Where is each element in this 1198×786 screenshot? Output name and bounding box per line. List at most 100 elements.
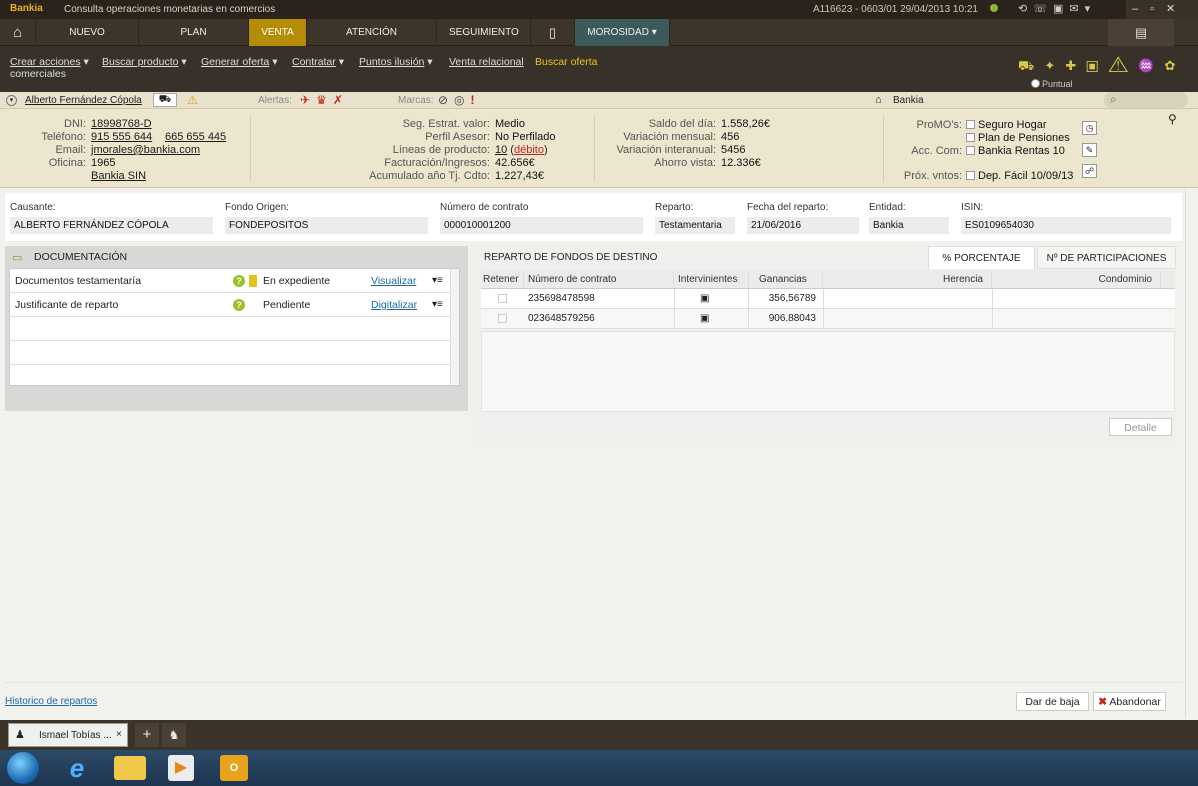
menu-buscar-oferta[interactable]: Buscar oferta (535, 56, 597, 68)
help-icon[interactable]: ? (233, 299, 245, 311)
tab-atencion-comercial[interactable]: ATENCIÓN COMERCIAL (307, 19, 437, 65)
causante-field: ALBERTO FERNÁNDEZ CÓPOLA (10, 217, 213, 234)
facturacion-value: 42.656€ (495, 157, 535, 169)
marca-icons[interactable]: ⊘◎! (438, 93, 481, 107)
vehicle-icon[interactable]: ⛟ (153, 93, 177, 107)
dni-label: DNI: (64, 118, 86, 130)
puntual-radio[interactable] (1031, 79, 1040, 88)
outlook-icon[interactable]: O (220, 755, 248, 781)
document-icon[interactable]: ▯ (531, 19, 575, 46)
clock-icon[interactable]: ◷ (1082, 121, 1097, 135)
detalle-button[interactable]: Detalle (1109, 418, 1172, 436)
prox-checkbox[interactable] (966, 171, 975, 180)
doc-title: DOCUMENTACIÓN (34, 251, 128, 263)
session-tab-bar: ♟ Ismael Tobías ... × + ♞ (0, 720, 1198, 750)
tab-plan-comercial[interactable]: PLAN COMERCIAL (139, 19, 249, 65)
quick-action-icons[interactable]: ⛟✦✚▣⚠♒✿ (1018, 58, 1185, 76)
doc-name: Documentos testamentaría (15, 275, 142, 287)
browser-icon[interactable]: e (62, 754, 92, 782)
fecha-field: 21/06/2016 (747, 217, 859, 234)
lineas-value[interactable]: 10 (débito) (495, 144, 548, 156)
acumulado-label: Acumulado año Tj. Cdto: (369, 170, 490, 182)
calculator-icon[interactable]: ▤ (1108, 19, 1174, 46)
warning-icon[interactable]: ⚠ (187, 93, 198, 107)
user-switch-icon[interactable]: ♞ (162, 723, 186, 747)
page-scrollbar[interactable] (1185, 188, 1195, 718)
tab-seguimiento[interactable]: SEGUIMIENTO (437, 19, 531, 46)
tab-morosidad-label: MOROSIDAD (587, 27, 649, 38)
doc-row: Justificante de reparto ? Pendiente Digi… (10, 293, 451, 317)
bankia-sin-link[interactable]: Bankia SIN (91, 170, 146, 182)
table-row[interactable]: 235698478598 ▣ 356,56789 (481, 289, 1175, 309)
client-name[interactable]: Alberto Fernández Cópola (25, 95, 142, 106)
abandonar-button[interactable]: ✖ Abandonar (1093, 692, 1166, 711)
user-tab[interactable]: ♟ Ismael Tobías ... × (8, 723, 128, 747)
alert-icons[interactable]: ✈♛✗ (300, 93, 349, 107)
digitalizar-link[interactable]: Digitalizar (371, 293, 417, 317)
promo-checkbox-1[interactable] (966, 120, 975, 129)
visualizar-link[interactable]: Visualizar (371, 269, 416, 293)
menu-crear-acciones[interactable]: Crear acciones ▾ comerciales (10, 56, 89, 80)
var-interanual-value: 5456 (721, 144, 746, 156)
isin-label: ISIN: (961, 202, 984, 213)
prox-value: Dep. Fácil 10/09/13 (978, 170, 1074, 182)
menu-generar-oferta[interactable]: Generar oferta ▾ (201, 56, 278, 68)
doc-scrollbar[interactable] (450, 269, 459, 385)
perfil-value: No Perfilado (495, 131, 556, 143)
tab-morosidad[interactable]: MOROSIDAD ▾ (575, 19, 670, 46)
menu-contratar[interactable]: Contratar ▾ (292, 56, 344, 68)
folder-icon[interactable] (114, 756, 146, 780)
dni-value[interactable]: 18998768-D (91, 118, 152, 130)
row-menu-icon[interactable]: ▾≡ (432, 269, 443, 293)
seg-value: Medio (495, 118, 525, 130)
herencia-cell[interactable] (823, 289, 993, 308)
tab-participaciones[interactable]: Nº DE PARTICIPACIONES (1037, 246, 1176, 269)
close-tab-icon[interactable]: × (116, 729, 122, 740)
tab-venta[interactable]: VENTA (249, 19, 307, 46)
toolbar-icons[interactable]: ⟲☏▣✉▾ (1018, 2, 1108, 16)
email-value[interactable]: jmorales@bankia.com (91, 144, 200, 156)
window-controls[interactable]: –▫✕ (1126, 0, 1198, 19)
dar-de-baja-button[interactable]: Dar de baja (1016, 692, 1089, 711)
collapse-icon[interactable]: ▾ (6, 95, 17, 106)
media-player-icon[interactable]: ▶ (168, 755, 194, 781)
fondo-field: FONDEPOSITOS (225, 217, 428, 234)
edit-icon[interactable]: ✎ (1082, 143, 1097, 157)
bank-icon: ⌂ (875, 94, 882, 106)
ganancia-value: 906.88043 (768, 313, 816, 324)
isin-field: ES0109654030 (961, 217, 1171, 234)
menu-puntos-ilusion[interactable]: Puntos ilusión ▾ (359, 56, 433, 68)
row-menu-icon[interactable]: ▾≡ (432, 293, 443, 317)
email-label: Email: (55, 144, 86, 156)
telefono-1[interactable]: 915 555 644 (91, 131, 152, 143)
intervinientes-icon[interactable]: ▣ (700, 289, 709, 309)
telefono-label: Teléfono: (41, 131, 86, 143)
historico-link[interactable]: Historico de repartos (5, 696, 97, 707)
pin-icon[interactable]: ⚲ (1168, 112, 1177, 126)
brand-logo: Bankia (10, 3, 43, 14)
menu-buscar-producto[interactable]: Buscar producto ▾ (102, 56, 187, 68)
start-button-icon[interactable] (7, 752, 39, 784)
tab-porcentaje[interactable]: % PORCENTAJE (928, 246, 1035, 269)
status-dot-icon (990, 4, 998, 12)
acc-checkbox[interactable] (966, 146, 975, 155)
contract-number: 235698478598 (528, 293, 595, 304)
table-row[interactable]: 023648579256 ▣ 906.88043 (481, 309, 1175, 329)
herencia-cell[interactable] (823, 309, 993, 328)
retener-checkbox[interactable] (498, 294, 507, 303)
retener-checkbox[interactable] (498, 314, 507, 323)
handshake-icon[interactable]: ☍ (1082, 164, 1097, 178)
telefono-2[interactable]: 665 655 445 (165, 131, 226, 143)
promo-checkbox-2[interactable] (966, 133, 975, 142)
intervinientes-icon[interactable]: ▣ (700, 309, 709, 329)
help-icon[interactable]: ? (233, 275, 245, 287)
tab-nuevo-cliente[interactable]: NUEVO CLIENTE (36, 19, 139, 65)
home-icon[interactable]: ⌂ (0, 19, 36, 46)
search-icon[interactable]: ⌕ (1104, 92, 1188, 108)
reparto-title: REPARTO DE FONDOS DE DESTINO (484, 252, 658, 263)
menu-venta-relacional[interactable]: Venta relacional (449, 56, 524, 68)
reparto-label: Reparto: (655, 202, 694, 213)
add-tab-button[interactable]: + (135, 723, 159, 747)
saldo-label: Saldo del día: (648, 118, 716, 130)
oficina-label: Oficina: (48, 157, 86, 169)
